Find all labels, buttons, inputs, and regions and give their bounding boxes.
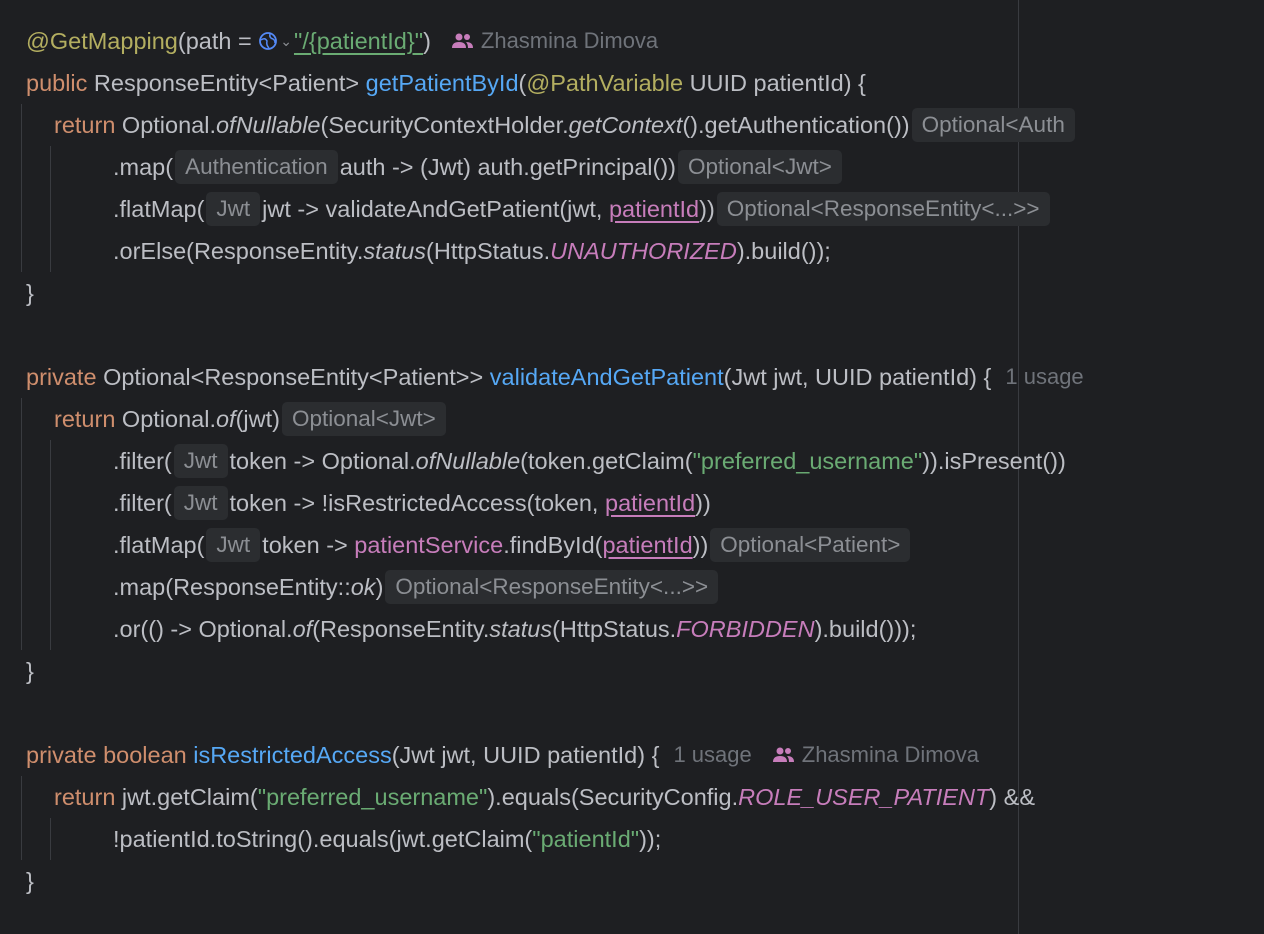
code-line[interactable]: return Optional. ofNullable (SecurityConte… (54, 104, 1077, 146)
method-name[interactable]: validateAndGetPatient (490, 356, 724, 398)
code-line[interactable]: return jwt.getClaim("preferred_username"… (54, 776, 1035, 818)
indent-guide (21, 398, 22, 650)
type-hint: Optional<Patient> (710, 528, 911, 562)
type-hint: Optional<ResponseEntity<...>> (385, 570, 719, 604)
globe-icon[interactable] (258, 31, 278, 51)
type-hint: Optional<ResponseEntity<...>> (716, 192, 1050, 226)
type-hint: Optional<Jwt> (281, 402, 446, 436)
method-name[interactable]: isRestrictedAccess (193, 734, 392, 776)
chevron-down-icon[interactable]: ⌄ (280, 20, 292, 62)
code-line[interactable]: .orElse(ResponseEntity. status (HttpStatus… (113, 230, 831, 272)
code-line[interactable]: } (26, 650, 34, 692)
method-name[interactable]: getPatientById (366, 62, 519, 104)
people-icon (772, 747, 794, 762)
param-hint: Jwt (173, 486, 228, 520)
usage-hint[interactable]: 1 usage (673, 734, 751, 776)
indent-guide (21, 776, 22, 860)
code-line[interactable]: public ResponseEntity<Patient> getPatien… (26, 62, 866, 104)
code-line[interactable]: } (26, 860, 34, 902)
code-editor[interactable]: @GetMapping (path = ⌄ "/{patientId}") Zhasm… (0, 0, 1264, 934)
code-line[interactable]: .flatMap(Jwt token -> patientService .find… (113, 524, 912, 566)
author-hint[interactable]: Zhasmina Dimova (772, 734, 979, 776)
type-hint: Optional<Jwt> (678, 150, 842, 184)
indent-guide (21, 104, 22, 272)
author-hint[interactable]: Zhasmina Dimova (451, 20, 658, 62)
indent-guide (50, 818, 51, 860)
indent-guide (50, 146, 51, 272)
path-string[interactable]: "/{patientId}" (294, 20, 423, 62)
code-line[interactable]: !patientId.toString().equals(jwt.getClai… (113, 818, 661, 860)
code-line[interactable]: } (26, 272, 34, 314)
param-hint: Jwt (173, 444, 228, 478)
annotation: @GetMapping (26, 28, 178, 54)
param-hint: Jwt (206, 528, 261, 562)
people-icon (451, 33, 473, 48)
code-line[interactable]: .filter(Jwt token -> Optional. ofNullable(… (113, 440, 1066, 482)
code-line[interactable]: private boolean isRestrictedAccess (Jwt j… (26, 734, 979, 776)
code-line[interactable]: .flatMap(Jwt jwt -> validateAndGetPatient… (113, 188, 1052, 230)
indent-guide (50, 440, 51, 650)
code-line[interactable]: .or(() -> Optional. of (ResponseEntity. sta… (113, 608, 916, 650)
code-line[interactable]: .map(Authentication auth -> (Jwt) auth.ge… (113, 146, 844, 188)
param-hint: Jwt (206, 192, 261, 226)
code-line[interactable]: return Optional. of (jwt) Optional<Jwt> (54, 398, 448, 440)
code-line[interactable]: @GetMapping (path = ⌄ "/{patientId}") Zhasm… (26, 20, 658, 62)
code-line[interactable]: .filter(Jwt token -> !isRestrictedAccess(… (113, 482, 711, 524)
code-line[interactable]: .map(ResponseEntity:: ok) Optional<Respons… (113, 566, 720, 608)
param-hint: Authentication (175, 150, 338, 184)
type-hint: Optional<Auth (911, 108, 1075, 142)
usage-hint[interactable]: 1 usage (1005, 356, 1083, 398)
code-line[interactable]: private Optional<ResponseEntity<Patient>… (26, 356, 1084, 398)
